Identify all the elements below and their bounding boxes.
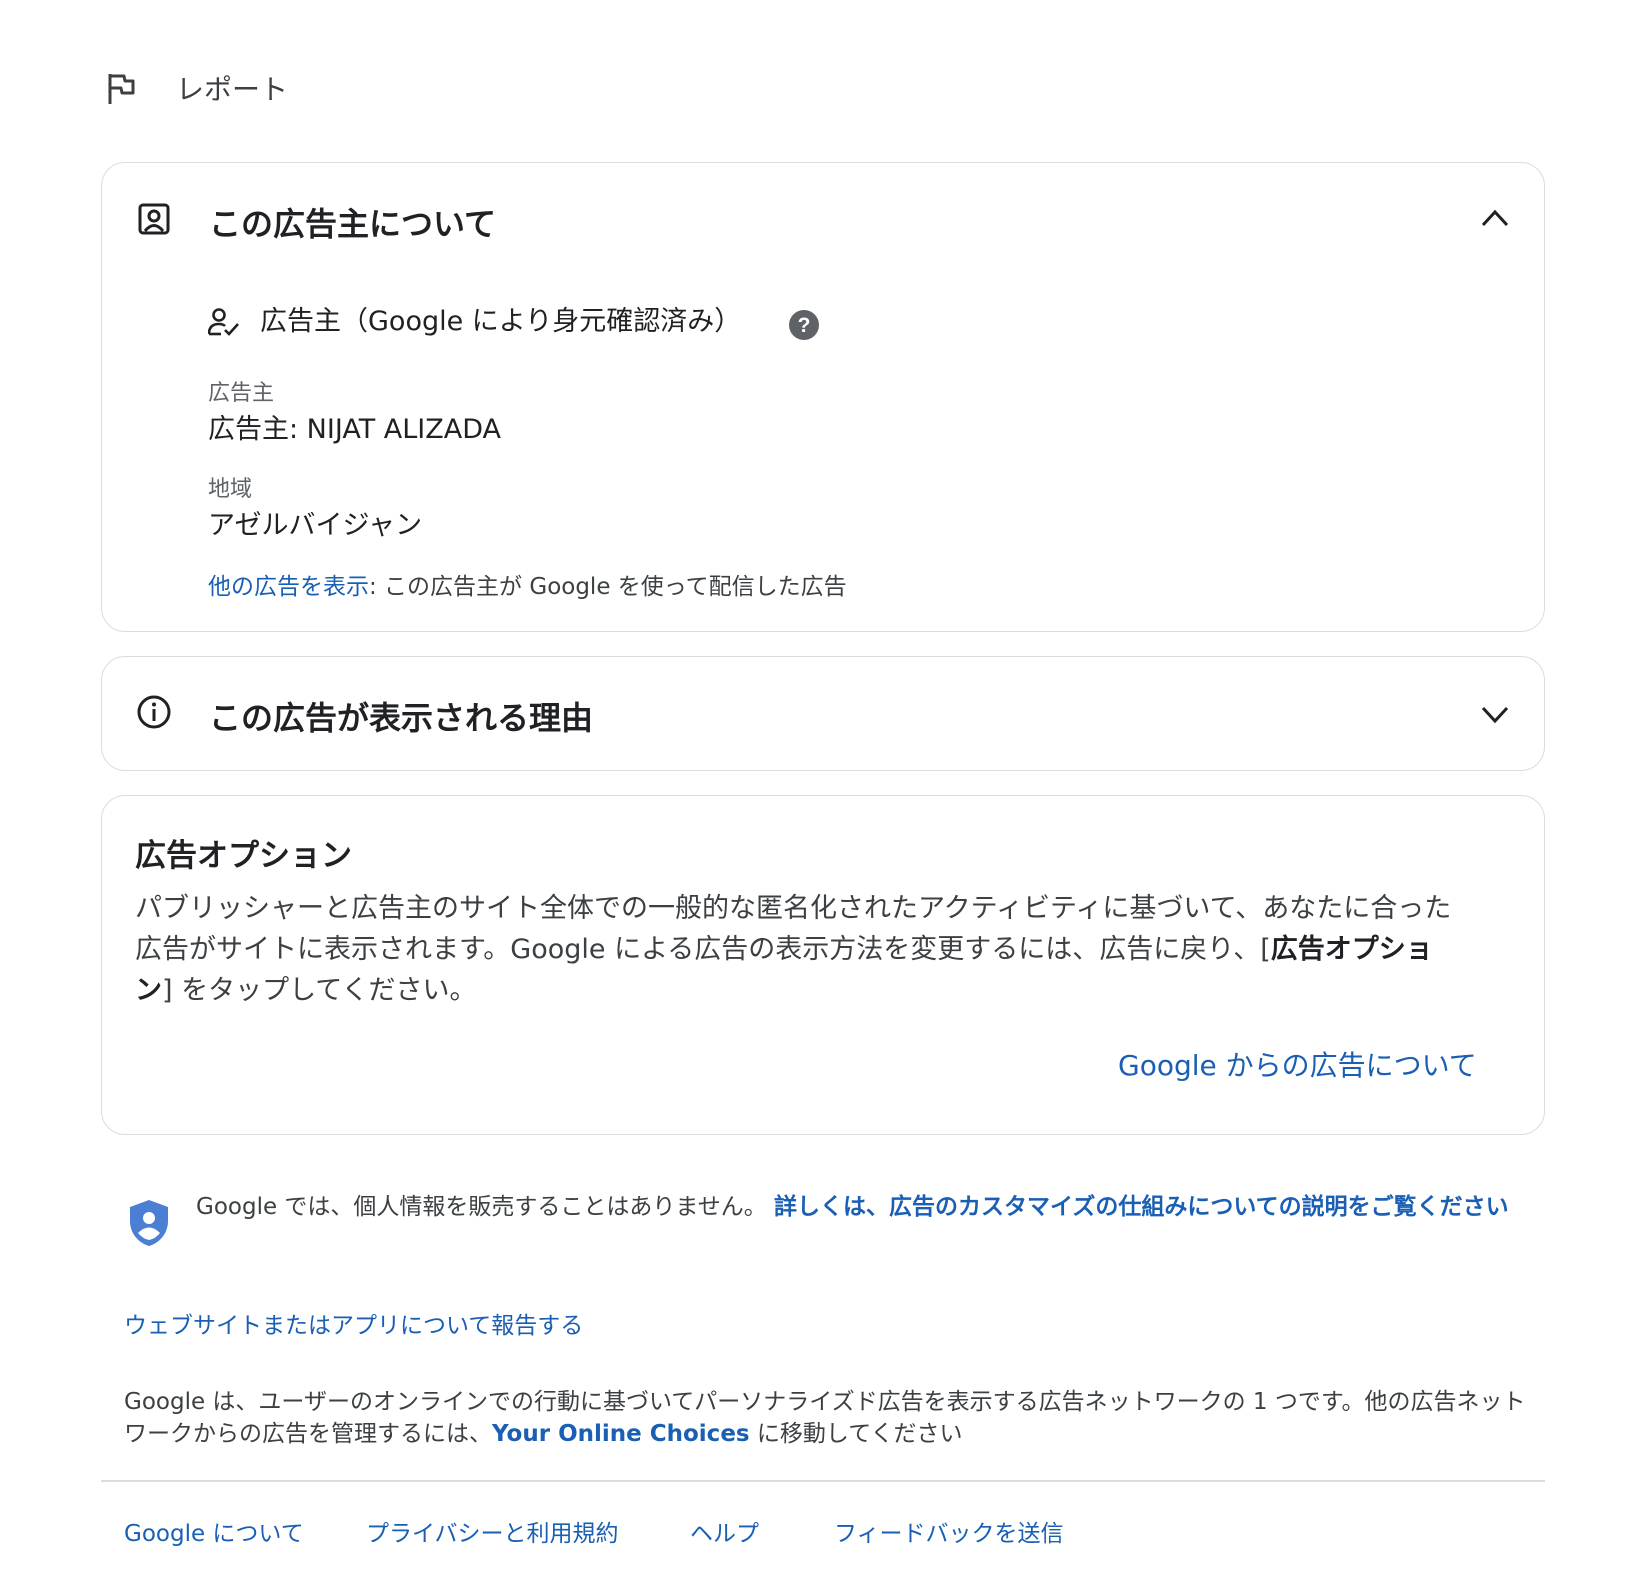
footer-help-link[interactable]: ヘルプ xyxy=(690,1514,759,1548)
ad-options-title: 広告オプション xyxy=(135,838,352,874)
network-notice: Google は、ユーザーのオンラインでの行動に基づいてパーソナライズド広告を表… xyxy=(124,1389,1526,1447)
your-online-choices-link[interactable]: Your Online Choices xyxy=(492,1421,750,1447)
report-label: レポート xyxy=(176,73,289,106)
ad-options-description: パブリッシャーと広告主のサイト全体での一般的な匿名化されたアクティビティに基づい… xyxy=(135,893,1452,1006)
privacy-learn-more-link[interactable]: 詳しくは、広告のカスタマイズの仕組みについての説明をご覧ください xyxy=(774,1194,1509,1220)
ad-reason-card[interactable]: この広告が表示される理由 xyxy=(101,656,1545,771)
help-icon[interactable]: ? xyxy=(788,309,820,341)
advertiser-field-value: 広告主: NIJAT ALIZADA xyxy=(208,414,502,445)
advertiser-field-label: 広告主 xyxy=(208,381,275,406)
footer-about-google-link[interactable]: Google について xyxy=(124,1514,304,1548)
advertiser-card-title: この広告主について xyxy=(209,205,497,243)
footer-privacy-terms-link[interactable]: プライバシーと利用規約 xyxy=(366,1514,619,1548)
advertiser-card: この広告主について 広告主（Google により身元確認済み） ? 広告主 広告… xyxy=(101,162,1545,632)
info-icon xyxy=(137,695,171,729)
verified-advertiser-label: 広告主（Google により身元確認済み） xyxy=(260,306,742,337)
privacy-notice: Google では、個人情報を販売することはありません。 詳しくは、広告のカスタ… xyxy=(196,1194,1509,1220)
advertiser-card-header[interactable]: この広告主について xyxy=(102,163,1542,263)
other-ads-row: 他の広告を表示: この広告主が Google を使って配信した広告 xyxy=(208,567,847,601)
privacy-shield-icon xyxy=(130,1200,168,1246)
region-field-value: アゼルバイジャン xyxy=(208,510,423,541)
chevron-up-icon[interactable] xyxy=(1480,207,1510,229)
report-button[interactable]: レポート xyxy=(104,68,304,108)
chevron-down-icon[interactable] xyxy=(1480,703,1510,725)
other-ads-text: : この広告主が Google を使って配信した広告 xyxy=(369,574,847,600)
ad-reason-title: この広告が表示される理由 xyxy=(209,699,594,737)
svg-text:?: ? xyxy=(798,314,811,337)
footer-divider xyxy=(101,1480,1545,1482)
footer-feedback-link[interactable]: フィードバックを送信 xyxy=(834,1514,1064,1548)
account-box-icon xyxy=(138,203,170,235)
region-field-label: 地域 xyxy=(208,477,253,502)
other-ads-link[interactable]: 他の広告を表示 xyxy=(208,574,369,600)
ad-options-card: 広告オプション パブリッシャーと広告主のサイト全体での一般的な匿名化されたアクテ… xyxy=(101,795,1545,1135)
report-site-link[interactable]: ウェブサイトまたはアプリについて報告する xyxy=(124,1306,583,1340)
flag-icon xyxy=(108,74,135,104)
about-google-ads-link[interactable]: Google からの広告について xyxy=(1118,1044,1477,1084)
verified-person-icon xyxy=(208,308,239,336)
